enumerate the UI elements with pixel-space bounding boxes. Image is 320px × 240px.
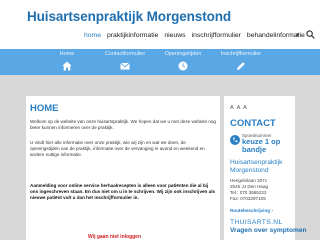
address-street: Hengelolaan 207c <box>230 178 268 183</box>
nav-item-nieuws[interactable]: nieuws <box>164 32 185 39</box>
header: Huisartsenpraktijk Morgenstond home prak… <box>0 0 320 48</box>
route-link[interactable]: Routebeschrijving › <box>230 208 273 213</box>
practice-name: Huisartsenpraktijk Morgenstond <box>230 159 283 174</box>
thuisarts-logo[interactable]: THUISARTS.NL <box>230 219 283 226</box>
phone-icon <box>230 135 240 145</box>
contact-heading: CONTACT <box>230 118 276 129</box>
tile-inschrijfformulier[interactable]: Inschrijfformulier <box>212 49 270 75</box>
tile-openingstijden[interactable]: Openingstijden <box>154 49 212 75</box>
nav-item-home[interactable]: home <box>84 32 101 39</box>
tile-label: Home <box>59 51 75 57</box>
emergency-value: keuze 1 op bandje <box>242 137 281 154</box>
site-title[interactable]: Huisartsenpraktijk Morgenstond <box>27 9 231 24</box>
chevron-down-icon[interactable]: ▾ <box>296 31 300 39</box>
tile-label: Inschrijfformulier <box>220 51 262 57</box>
intro-paragraph: Welkom op de website van onze huisartspr… <box>30 119 216 130</box>
main-content: HOME Welkom op de website van onze huisa… <box>26 96 220 240</box>
tile-contactformulier[interactable]: Contactformulier <box>96 49 154 75</box>
phone-number: Tel.: 070 3665222 <box>230 190 267 195</box>
tile-home[interactable]: Home <box>38 49 96 75</box>
thuisarts-subtitle[interactable]: Vragen over symptomen <box>230 227 307 234</box>
fax-number: Fax: 0703297105 <box>230 196 266 201</box>
online-service-notice: Aanmelding voor online service herhaalre… <box>30 183 216 200</box>
info-paragraph: U vindt hier alle informatie over onze p… <box>30 140 205 157</box>
tile-label: Openingstijden <box>164 51 202 57</box>
mail-icon <box>120 62 130 70</box>
home-icon <box>62 61 72 71</box>
tile-label: Contactformulier <box>104 51 146 57</box>
quick-links-bar: Home Contactformulier Openingstijden Ins… <box>0 49 320 75</box>
sidebar: A A A CONTACT Spoednummer keuze 1 op ban… <box>224 96 307 240</box>
edit-icon <box>237 62 245 70</box>
main-nav: home praktijkinformatie nieuws inschrijf… <box>84 32 305 39</box>
address-city: 2545 JJ Den Haag <box>230 184 269 189</box>
emergency-number: Spoednummer keuze 1 op bandje <box>230 133 296 157</box>
text-size-control[interactable]: A A A <box>230 105 248 111</box>
page-title: HOME <box>30 103 59 114</box>
nav-item-praktijkinformatie[interactable]: praktijkinformatie <box>107 32 158 39</box>
search-icon[interactable] <box>306 30 315 39</box>
nav-item-inschrijfformulier[interactable]: inschrijfformulier <box>192 32 241 39</box>
online-status-text[interactable]: Wij gaan niet inloggen <box>88 234 141 240</box>
clock-icon <box>178 61 188 71</box>
